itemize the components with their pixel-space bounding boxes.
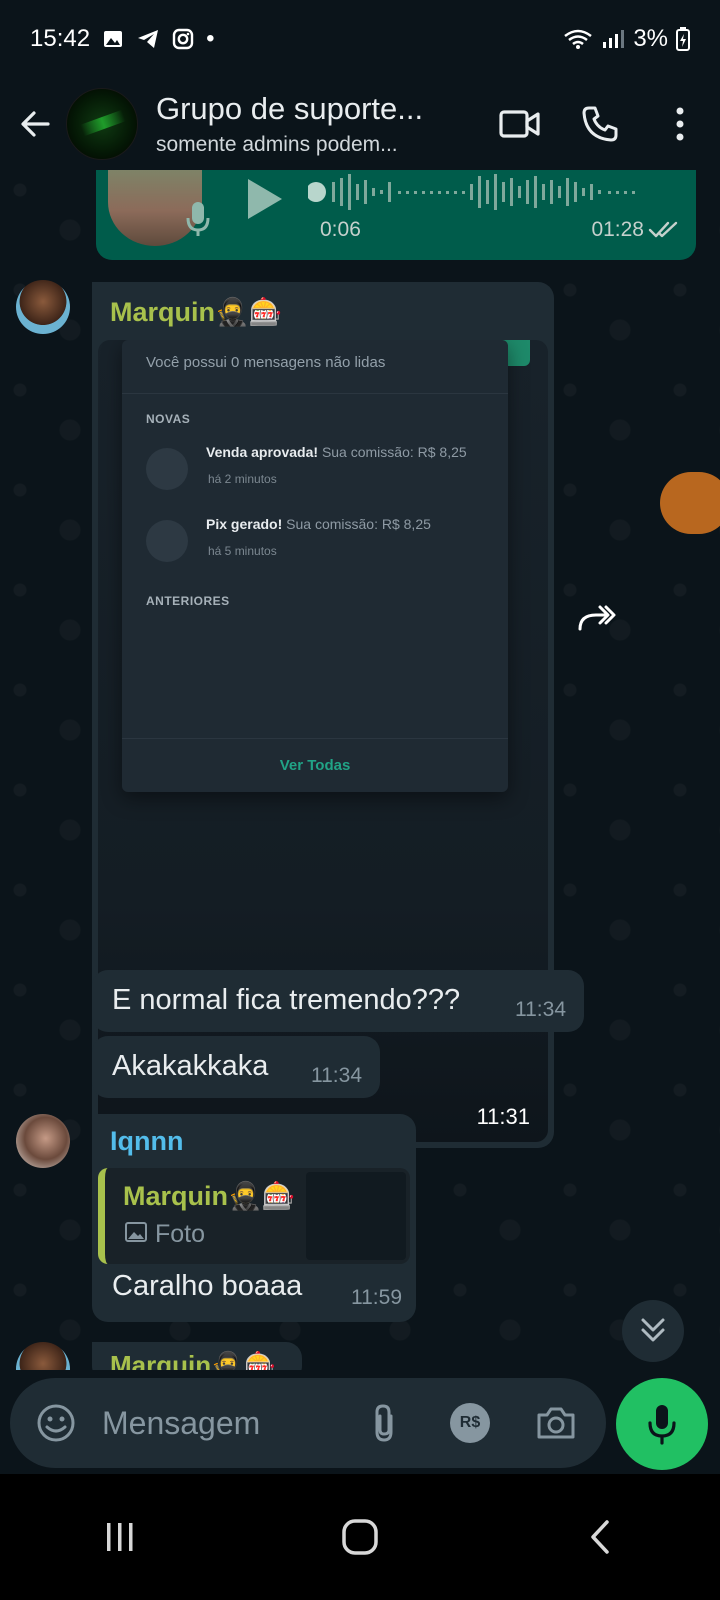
avatar[interactable] xyxy=(16,1342,70,1370)
attach-icon[interactable] xyxy=(346,1385,422,1461)
voice-record-button[interactable] xyxy=(616,1378,708,1470)
message-text: E normal fica tremendo??? xyxy=(112,984,461,1016)
audio-duration: 0:06 xyxy=(320,218,361,241)
user-icon xyxy=(146,448,188,490)
composer: Mensagem R$ xyxy=(0,1370,720,1474)
gallery-icon xyxy=(102,28,124,50)
battery-percent: 3% xyxy=(633,25,668,52)
avatar[interactable] xyxy=(16,1114,70,1168)
message-time: 11:34 xyxy=(311,1064,362,1087)
chat-area[interactable]: 0:06 01:28 Marquin🥷🎰 Você possui 0 mensa… xyxy=(0,170,720,1370)
chat-header: Grupo de suporte... somente admins podem… xyxy=(0,78,720,170)
group-info[interactable]: Grupo de suporte... somente admins podem… xyxy=(156,91,456,157)
quoted-thumbnail xyxy=(306,1172,406,1260)
message-text: Caralho boaaa xyxy=(112,1270,303,1302)
signal-icon xyxy=(601,28,625,50)
floating-overlay-button[interactable] xyxy=(660,472,720,534)
image-icon xyxy=(125,1220,147,1249)
audio-message: 0:06 01:28 xyxy=(96,170,696,260)
quoted-type: Foto xyxy=(155,1220,206,1248)
chevrons-down-icon xyxy=(641,1318,665,1342)
message-time: 01:28 xyxy=(591,218,644,241)
battery-icon xyxy=(676,27,690,51)
play-icon[interactable] xyxy=(244,176,286,227)
notif-ago: há 2 minutos xyxy=(208,472,277,486)
telegram-icon xyxy=(136,28,160,50)
message-input[interactable]: Mensagem xyxy=(102,1405,260,1442)
emoji-icon[interactable] xyxy=(24,1391,88,1455)
payment-button[interactable]: R$ xyxy=(432,1385,508,1461)
notif-title: Pix gerado! xyxy=(206,516,283,532)
scroll-to-bottom-button[interactable] xyxy=(622,1300,684,1362)
phone-icon[interactable] xyxy=(560,84,640,164)
group-subtitle: somente admins podem... xyxy=(156,133,398,156)
user-icon xyxy=(146,520,188,562)
message-text: Akakakkaka xyxy=(112,1050,269,1082)
nav-back-icon[interactable] xyxy=(540,1497,660,1577)
sender-name: Marquin🥷🎰 xyxy=(110,1350,276,1370)
notification-panel: Você possui 0 mensagens não lidas NOVAS … xyxy=(122,340,508,792)
mic-icon xyxy=(648,1405,676,1445)
see-all-link: Ver Todas xyxy=(122,738,508,792)
quoted-message[interactable]: Marquin🥷🎰 Foto xyxy=(98,1168,410,1264)
recent-apps-icon[interactable] xyxy=(60,1497,180,1577)
group-title[interactable]: Grupo de suporte... xyxy=(156,91,456,127)
message-time: 11:59 xyxy=(351,1286,402,1309)
notif-title: Venda aprovada! xyxy=(206,444,319,460)
section-new: NOVAS xyxy=(146,412,191,426)
message-time: 11:31 xyxy=(476,1104,530,1129)
system-navbar xyxy=(0,1474,720,1600)
reply-message: Iqnnn Marquin🥷🎰 Foto Caralho boaaa 11:59 xyxy=(92,1114,416,1322)
more-vert-icon[interactable] xyxy=(640,84,720,164)
camera-icon[interactable] xyxy=(518,1385,594,1461)
group-avatar[interactable] xyxy=(66,88,138,160)
status-time: 15:42 xyxy=(30,25,91,52)
unread-text: Você possui 0 mensagens não lidas xyxy=(122,340,508,394)
notif-detail: Sua comissão: R$ 8,25 xyxy=(321,444,467,460)
mic-icon xyxy=(186,200,210,243)
avatar[interactable] xyxy=(16,280,70,334)
video-call-icon[interactable] xyxy=(480,84,560,164)
notif-detail: Sua comissão: R$ 8,25 xyxy=(286,516,431,532)
notif-ago: há 5 minutos xyxy=(208,544,277,558)
back-arrow-icon[interactable] xyxy=(6,94,66,154)
status-dot: • xyxy=(206,25,215,52)
text-message: Akakakkaka 11:34 xyxy=(92,1036,380,1098)
audio-waveform[interactable] xyxy=(308,170,678,214)
sender-name[interactable]: Marquin🥷🎰 xyxy=(110,296,282,328)
instagram-icon xyxy=(172,28,194,50)
notification-item: Pix gerado! Sua comissão: R$ 8,25 há 5 m… xyxy=(146,516,506,576)
message-input-container[interactable]: Mensagem R$ xyxy=(10,1378,606,1468)
section-old: ANTERIORES xyxy=(146,594,230,608)
text-message: E normal fica tremendo??? 11:34 xyxy=(92,970,584,1032)
notification-item: Venda aprovada! Sua comissão: R$ 8,25 há… xyxy=(146,444,506,504)
message-time: 11:34 xyxy=(515,998,566,1021)
wifi-icon xyxy=(563,28,593,50)
pix-label: R$ xyxy=(450,1403,490,1443)
sender-name[interactable]: Iqnnn xyxy=(110,1126,183,1157)
status-bar: 15:42 • 3% xyxy=(0,0,720,78)
home-icon[interactable] xyxy=(300,1497,420,1577)
double-check-icon xyxy=(648,220,680,245)
quoted-sender: Marquin🥷🎰 xyxy=(123,1181,296,1211)
forward-icon[interactable] xyxy=(570,592,624,646)
